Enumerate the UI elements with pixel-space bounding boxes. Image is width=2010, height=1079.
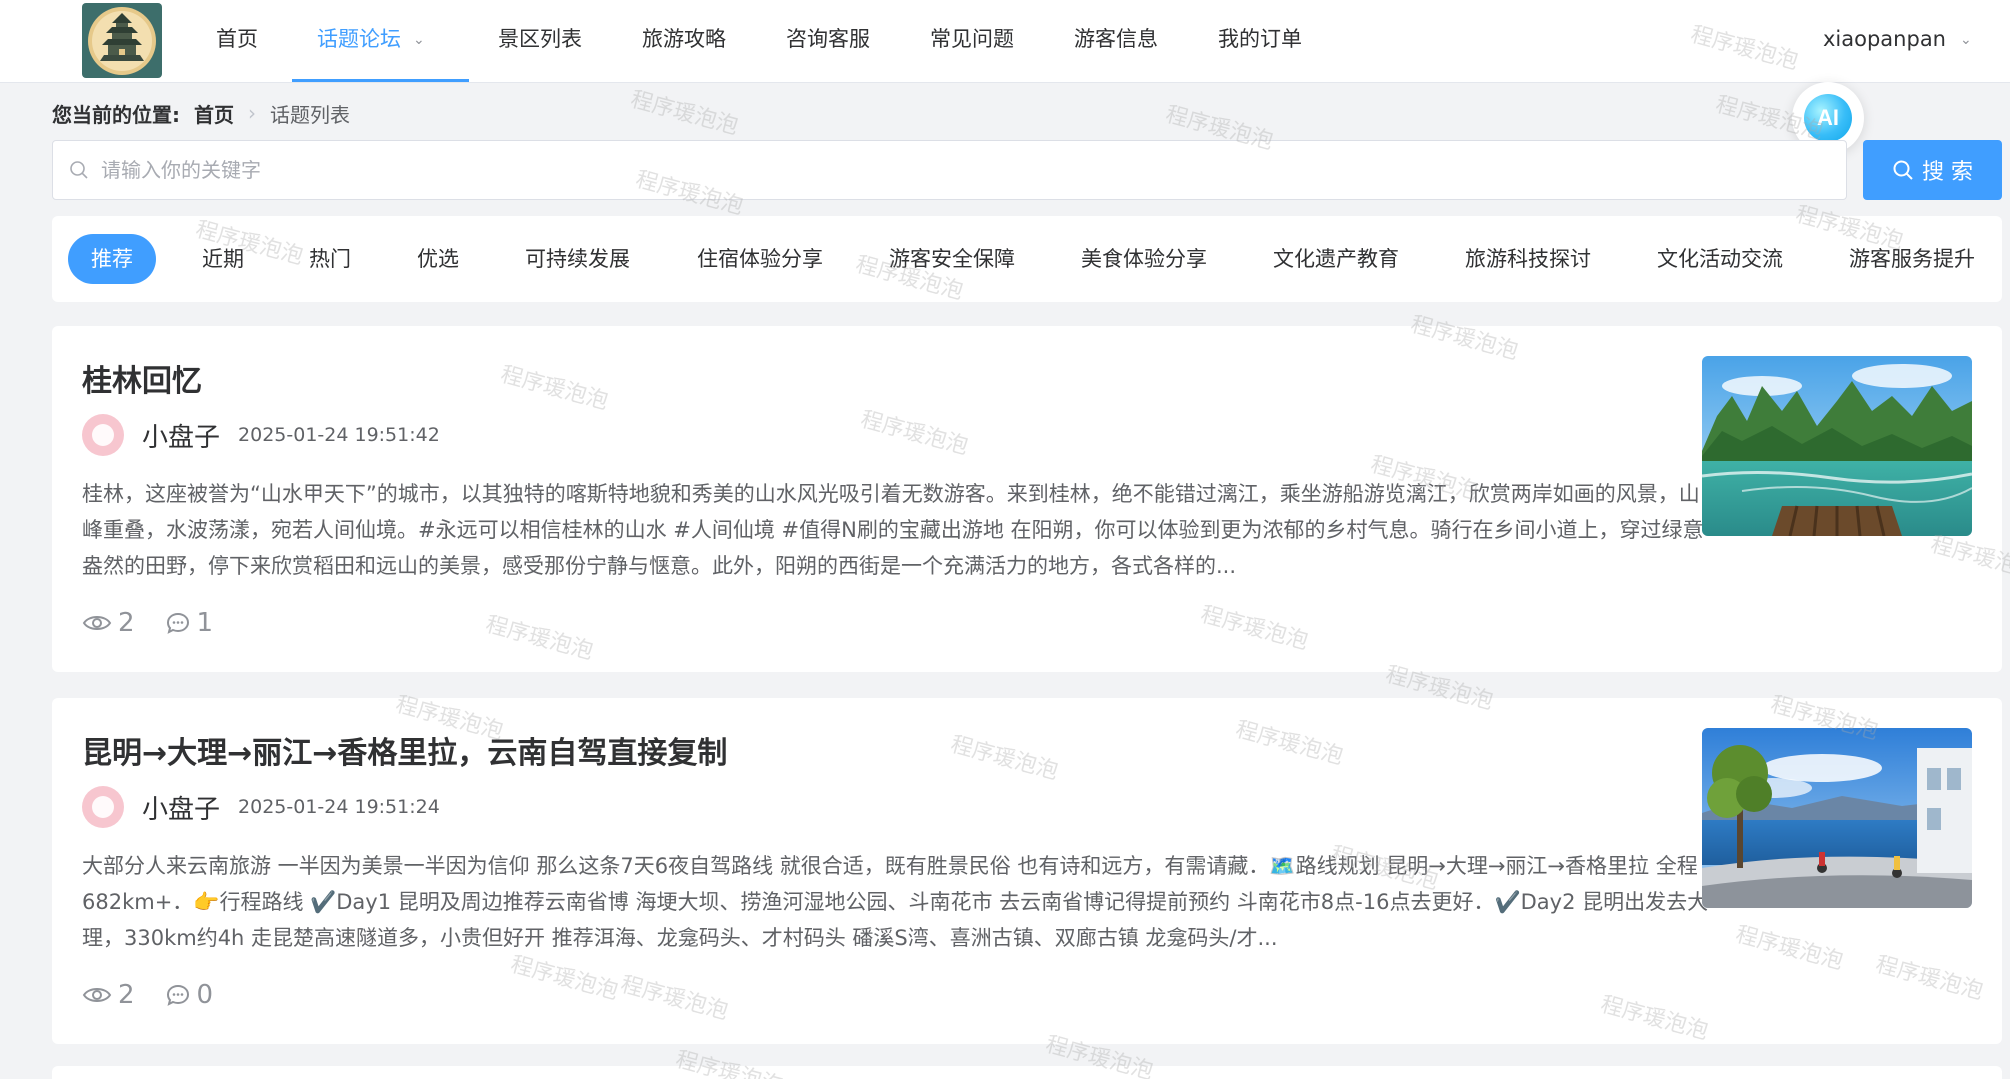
- top-navbar: 首页 话题论坛 ⌄ 景区列表 旅游攻略 咨询客服 常见问题 游客信息 我的订单 x…: [0, 0, 2010, 83]
- view-count: 2: [82, 608, 135, 638]
- active-tab-indicator: [292, 79, 469, 82]
- watermark: 程序瑗泡泡: [627, 87, 741, 140]
- search-icon: [1893, 160, 1913, 180]
- nav-home[interactable]: 首页: [216, 0, 258, 83]
- post-thumbnail[interactable]: [1702, 728, 1972, 908]
- tab-sustainable[interactable]: 可持续发展: [525, 234, 630, 284]
- lakeside-road-photo: [1702, 728, 1972, 908]
- post-author: 小盘子 2025-01-24 19:51:42: [82, 414, 440, 456]
- site-logo[interactable]: [82, 3, 162, 78]
- breadcrumb-home-link[interactable]: 首页: [194, 99, 234, 128]
- comment-icon: [166, 984, 189, 1006]
- chevron-down-icon: ⌄: [413, 32, 425, 48]
- eye-icon: [82, 988, 112, 1002]
- tab-featured[interactable]: 优选: [417, 234, 459, 284]
- view-count: 2: [82, 980, 135, 1010]
- breadcrumb-prefix: 您当前的位置:: [52, 102, 180, 127]
- breadcrumb: 您当前的位置: 首页 › 话题列表: [52, 98, 350, 128]
- karst-river-photo: [1702, 356, 1972, 536]
- nav-forum[interactable]: 话题论坛 ⌄: [317, 0, 425, 83]
- tab-culture[interactable]: 文化活动交流: [1657, 234, 1783, 284]
- chevron-down-icon: ⌄: [1960, 32, 1972, 48]
- user-menu[interactable]: xiaopanpan ⌄: [1823, 0, 1972, 78]
- comment-count: 1: [165, 608, 214, 638]
- eye-icon: [82, 616, 112, 630]
- post-card[interactable]: 昆明→大理→丽江→香格里拉，云南自驾直接复制 小盘子 2025-01-24 19…: [52, 698, 2002, 1044]
- category-tabs: 推荐 近期 热门 优选 可持续发展 住宿体验分享 游客安全保障 美食体验分享 文…: [52, 216, 2002, 302]
- nav-scenic-list[interactable]: 景区列表: [498, 0, 582, 83]
- post-author: 小盘子 2025-01-24 19:51:24: [82, 786, 440, 828]
- search-input[interactable]: [101, 158, 1801, 182]
- nav-my-orders[interactable]: 我的订单: [1218, 0, 1302, 83]
- nav-visitor-info[interactable]: 游客信息: [1074, 0, 1158, 83]
- search-button[interactable]: 搜 索: [1863, 140, 2002, 200]
- post-excerpt: 大部分人来云南旅游 一半因为美景一半因为信仰 那么这条7天6夜自驾路线 就很合适…: [82, 854, 1709, 950]
- tab-heritage[interactable]: 文化遗产教育: [1273, 234, 1399, 284]
- ai-icon: AI: [1804, 94, 1852, 142]
- avatar: [82, 786, 124, 828]
- post-title[interactable]: 昆明→大理→丽江→香格里拉，云南自驾直接复制: [82, 728, 727, 772]
- tab-hot[interactable]: 热门: [309, 234, 351, 284]
- post-date: 2025-01-24 19:51:24: [238, 796, 440, 818]
- tab-safety[interactable]: 游客安全保障: [889, 234, 1015, 284]
- nav-travel-guide[interactable]: 旅游攻略: [642, 0, 726, 83]
- post-thumbnail[interactable]: [1702, 356, 1972, 536]
- post-card[interactable]: 桂林回忆 小盘子 2025-01-24 19:51:42 桂林，这座被誉为“山水…: [52, 326, 2002, 672]
- tab-service[interactable]: 游客服务提升: [1849, 234, 1975, 284]
- nav-faq[interactable]: 常见问题: [930, 0, 1014, 83]
- tab-accommodation[interactable]: 住宿体验分享: [697, 234, 823, 284]
- comment-count: 0: [165, 980, 214, 1010]
- search-button-label: 搜 索: [1922, 160, 1973, 185]
- view-count-value: 2: [118, 980, 135, 1010]
- post-title[interactable]: 桂林回忆: [82, 356, 202, 400]
- author-name: 小盘子: [142, 794, 221, 825]
- author-name: 小盘子: [142, 422, 221, 453]
- tab-recommend[interactable]: 推荐: [68, 234, 156, 284]
- nav-forum-label: 话题论坛: [317, 27, 401, 51]
- comment-count-value: 0: [196, 980, 214, 1010]
- post-excerpt: 桂林，这座被誉为“山水甲天下”的城市，以其独特的喀斯特地貌和秀美的山水风光吸引着…: [82, 482, 1704, 578]
- search-icon: [70, 161, 88, 179]
- tab-tech[interactable]: 旅游科技探讨: [1465, 234, 1591, 284]
- chevron-right-icon: ›: [248, 101, 256, 125]
- post-card[interactable]: [52, 1066, 2002, 1079]
- breadcrumb-current: 话题列表: [270, 102, 350, 127]
- avatar: [82, 414, 124, 456]
- username: xiaopanpan: [1823, 27, 1946, 51]
- comment-icon: [166, 612, 189, 634]
- pagoda-logo-icon: [82, 3, 162, 78]
- comment-count-value: 1: [196, 608, 214, 638]
- nav-customer-service[interactable]: 咨询客服: [786, 0, 870, 83]
- tab-food[interactable]: 美食体验分享: [1081, 234, 1207, 284]
- post-stats: 2 1: [82, 608, 243, 638]
- view-count-value: 2: [118, 608, 135, 638]
- post-date: 2025-01-24 19:51:42: [238, 424, 440, 446]
- tab-recent[interactable]: 近期: [202, 234, 244, 284]
- post-stats: 2 0: [82, 980, 243, 1010]
- search-bar: [52, 140, 1847, 200]
